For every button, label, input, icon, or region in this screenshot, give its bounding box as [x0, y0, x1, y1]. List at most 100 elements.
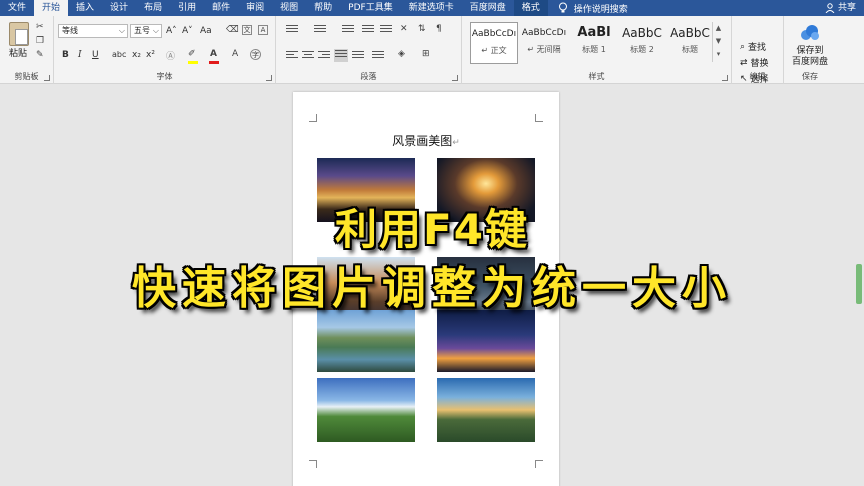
tab-references[interactable]: 引用 — [170, 0, 204, 16]
tab-format[interactable]: 格式 — [513, 0, 548, 16]
font-color-swatch — [209, 61, 219, 64]
vertical-scrollbar[interactable] — [854, 84, 864, 486]
paragraph-mark: ↵ — [452, 138, 460, 148]
styles-scroll: ▲ ▼ ▾ — [712, 22, 724, 62]
landscape-photo-green-valley[interactable] — [317, 378, 415, 442]
replace-label: 替换 — [750, 59, 769, 69]
tab-review[interactable]: 审阅 — [238, 0, 272, 16]
style-sample: AaBbC — [622, 26, 662, 40]
style-heading-2[interactable]: AaBbC 标题 2 — [618, 22, 666, 64]
italic-button[interactable]: I — [78, 49, 82, 61]
style-name: ↵ 无间隔 — [527, 45, 561, 54]
tab-insert[interactable]: 插入 — [68, 0, 102, 16]
tab-view[interactable]: 视图 — [272, 0, 306, 16]
change-case-button[interactable]: Aa — [200, 25, 212, 37]
distributed-icon[interactable] — [352, 51, 364, 61]
strikethrough-button[interactable]: abc — [112, 49, 126, 61]
cloud-icon[interactable] — [799, 24, 821, 42]
tab-design[interactable]: 设计 — [102, 0, 136, 16]
clipboard-launcher-icon[interactable] — [44, 75, 50, 81]
paragraph-launcher-icon[interactable] — [452, 75, 458, 81]
chinese-layout-icon[interactable]: ✕ — [400, 24, 408, 34]
char-border-icon[interactable]: A — [258, 25, 268, 35]
landscape-photo-mountain-sunset[interactable] — [437, 378, 535, 442]
align-right-icon[interactable] — [318, 51, 330, 61]
clear-format-icon[interactable]: ⌫ — [226, 25, 239, 35]
bold-button[interactable]: B — [62, 49, 69, 61]
align-center-icon[interactable] — [302, 51, 314, 61]
increase-indent-icon[interactable] — [380, 25, 392, 35]
style-name: ↵ 正文 — [481, 46, 507, 55]
paste-button[interactable]: 粘贴 — [9, 46, 27, 59]
format-painter-icon[interactable]: ✎ — [36, 50, 44, 60]
scrollbar-thumb[interactable] — [856, 264, 862, 304]
justify-icon[interactable] — [334, 49, 348, 62]
text-effects-icon[interactable]: Ⓐ — [166, 49, 175, 62]
tab-layout[interactable]: 布局 — [136, 0, 170, 16]
share-label: 共享 — [837, 3, 856, 13]
phonetic-guide-icon[interactable]: 文 — [242, 25, 252, 35]
person-icon — [825, 3, 835, 13]
grow-font-button[interactable]: A˄ — [166, 25, 177, 37]
tab-file[interactable]: 文件 — [0, 0, 34, 16]
style-normal[interactable]: AaBbCcDı ↵ 正文 — [470, 22, 518, 64]
underline-button[interactable]: U — [92, 49, 99, 61]
font-launcher-icon[interactable] — [266, 75, 272, 81]
style-no-spacing[interactable]: AaBbCcDı ↵ 无间隔 — [520, 22, 568, 64]
style-heading-1[interactable]: AaBl 标题 1 — [570, 22, 618, 64]
style-sample: AaBl — [577, 25, 611, 40]
tab-mailings[interactable]: 邮件 — [204, 0, 238, 16]
scroll-up-icon[interactable]: ▲ — [713, 22, 724, 35]
landscape-photo-starry-sky[interactable] — [437, 310, 535, 372]
ribbon: 粘贴 ✂ ❐ ✎ 剪贴板 等线 ⌵ 五号 ⌵ A˄ A˅ Aa ⌫ 文 A B … — [0, 16, 864, 85]
scroll-down-icon[interactable]: ▼ — [713, 35, 724, 48]
style-title[interactable]: AaBbC 标题 — [666, 22, 714, 64]
superscript-button[interactable]: x² — [146, 49, 155, 61]
styles-launcher-icon[interactable] — [722, 75, 728, 81]
line-spacing-icon[interactable] — [372, 51, 384, 61]
show-marks-icon[interactable]: ¶ — [436, 24, 442, 34]
bullets-icon[interactable] — [286, 25, 298, 35]
document-title[interactable]: 风景画美图↵ — [293, 132, 559, 149]
decrease-indent-icon[interactable] — [362, 25, 374, 35]
sort-icon[interactable]: ⇅ — [418, 24, 426, 34]
font-size-combo[interactable]: 五号 ⌵ — [130, 24, 162, 38]
tab-new-tab[interactable]: 新建选项卡 — [401, 0, 462, 16]
shrink-font-button[interactable]: A˅ — [182, 25, 193, 37]
tab-baidu-netdisk[interactable]: 百度网盘 — [462, 0, 514, 16]
cut-icon[interactable]: ✂ — [36, 22, 44, 32]
highlight-icon[interactable]: ✐ — [188, 49, 196, 59]
font-group: 等线 ⌵ 五号 ⌵ A˄ A˅ Aa ⌫ 文 A B I U abc x₂ x²… — [54, 16, 276, 84]
tab-home[interactable]: 开始 — [34, 0, 69, 16]
share-button[interactable]: 共享 — [825, 0, 856, 16]
find-button[interactable]: ⌕ 查找 — [740, 40, 766, 54]
tab-pdf-tools[interactable]: PDF工具集 — [340, 0, 401, 16]
margin-mark — [309, 460, 317, 468]
document-title-text: 风景画美图 — [392, 134, 453, 148]
paragraph-group-label: 段落 — [360, 72, 377, 81]
more-styles-icon[interactable]: ▾ — [713, 48, 724, 61]
margin-mark — [535, 460, 543, 468]
font-name-value: 等线 — [62, 26, 78, 35]
copy-icon[interactable]: ❐ — [36, 36, 44, 46]
save-to-netdisk-button[interactable]: 保存到 百度网盘 — [786, 46, 834, 68]
borders-icon[interactable]: ⊞ — [422, 49, 430, 59]
numbering-icon[interactable] — [314, 25, 326, 35]
char-shading-icon[interactable]: A — [232, 49, 238, 59]
replace-button[interactable]: ⇄ 替换 — [740, 56, 769, 70]
tell-me-search[interactable]: 操作说明搜索 — [548, 2, 628, 15]
paste-icon[interactable] — [9, 22, 29, 46]
multilevel-list-icon[interactable] — [342, 25, 354, 35]
font-name-combo[interactable]: 等线 ⌵ — [58, 24, 128, 38]
subscript-button[interactable]: x₂ — [132, 49, 141, 61]
landscape-photo-lake-park[interactable] — [317, 310, 415, 372]
tab-help[interactable]: 帮助 — [306, 0, 340, 16]
chevron-down-icon: ⌵ — [152, 26, 159, 35]
menu-bar: 文件 开始 插入 设计 布局 引用 邮件 审阅 视图 帮助 PDF工具集 新建选… — [0, 0, 864, 16]
shading-icon[interactable]: ◈ — [398, 49, 405, 59]
cursor-icon: ↖ — [740, 73, 748, 84]
save-group-label: 保存 — [802, 72, 818, 81]
enclosed-char-icon[interactable]: 字 — [250, 49, 261, 60]
font-color-icon[interactable]: A — [210, 49, 217, 59]
align-left-icon[interactable] — [286, 51, 298, 61]
